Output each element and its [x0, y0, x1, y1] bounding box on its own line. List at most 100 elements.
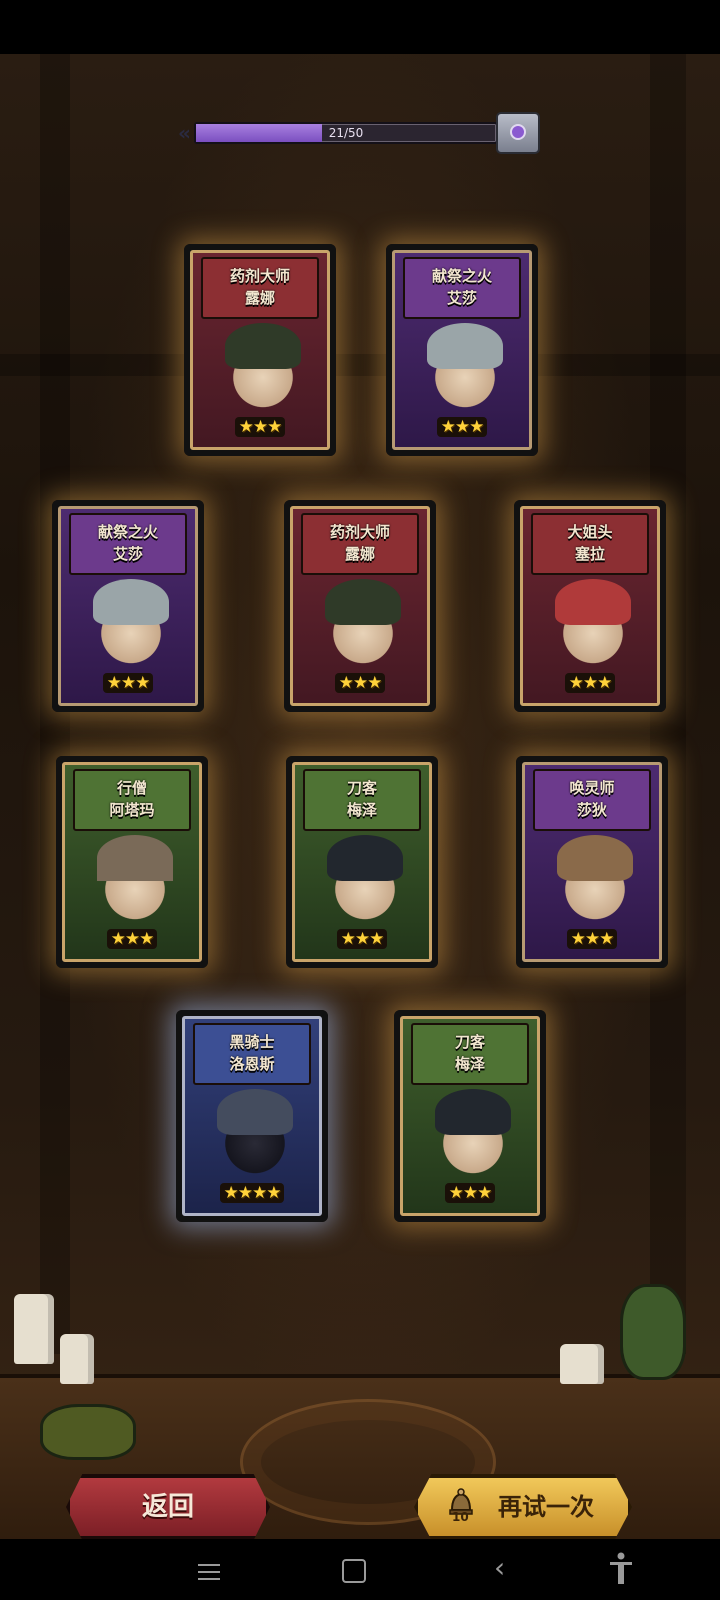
stars-text: ★★★★: [219, 1183, 285, 1203]
card-name-banner: 献祭之火 艾莎: [403, 257, 521, 319]
star-rating: ★★★: [65, 929, 199, 949]
hero-card[interactable]: 药剂大师 露娜 ★★★: [184, 244, 336, 456]
reward-chest-icon[interactable]: [496, 112, 540, 154]
pity-progress-bar: « 21/50: [178, 112, 540, 154]
card-name-banner: 黑骑士 洛恩斯: [193, 1023, 311, 1085]
hero-name: 艾莎: [446, 289, 477, 307]
hero-name: 梅泽: [454, 1055, 485, 1073]
hero-name: 洛恩斯: [229, 1055, 275, 1073]
retry-button[interactable]: 10 再试一次: [414, 1474, 632, 1540]
hero-title: 刀客: [454, 1033, 485, 1051]
star-rating: ★★★: [525, 929, 659, 949]
hero-card[interactable]: 刀客 梅泽 ★★★: [286, 756, 438, 968]
hero-hair: [93, 579, 169, 625]
card-name-banner: 刀客 梅泽: [411, 1023, 529, 1085]
hero-portrait: [219, 323, 307, 417]
star-rating: ★★★: [193, 417, 327, 437]
hero-hat: [97, 835, 173, 881]
menu-icon[interactable]: [198, 1559, 220, 1585]
stars-text: ★★★: [566, 929, 618, 949]
card-inner: 献祭之火 艾莎 ★★★: [58, 506, 198, 706]
hero-card[interactable]: 大姐头 塞拉 ★★★: [514, 500, 666, 712]
accessibility-icon[interactable]: [608, 1551, 634, 1585]
stars-text: ★★★: [444, 1183, 496, 1203]
card-name-banner: 刀客 梅泽: [303, 769, 421, 831]
hero-name: 露娜: [344, 545, 375, 563]
card-inner: 唤灵师 莎狄 ★★★: [522, 762, 662, 962]
card-inner: 行僧 阿塔玛 ★★★: [62, 762, 202, 962]
star-rating: ★★★: [295, 929, 429, 949]
hero-card[interactable]: 药剂大师 露娜 ★★★: [284, 500, 436, 712]
stars-text: ★★★: [106, 929, 158, 949]
card-name-banner: 唤灵师 莎狄: [533, 769, 651, 831]
candle-decoration: [60, 1334, 94, 1384]
bottle-decoration: [40, 1404, 136, 1460]
hero-name: 莎狄: [576, 801, 607, 819]
card-name-banner: 药剂大师 露娜: [201, 257, 319, 319]
hero-portrait: [319, 579, 407, 673]
hero-hair: [435, 1089, 511, 1135]
hero-title: 献祭之火: [431, 267, 492, 285]
hero-hair: [557, 835, 633, 881]
hero-card[interactable]: 刀客 梅泽 ★★★: [394, 1010, 546, 1222]
back-icon[interactable]: ‹: [494, 1553, 505, 1583]
retry-label: 再试一次: [498, 1493, 594, 1521]
star-rating: ★★★★: [185, 1183, 319, 1203]
star-rating: ★★★: [403, 1183, 537, 1203]
hero-title: 行僧: [116, 779, 147, 797]
hero-portrait: [421, 323, 509, 417]
hero-name: 阿塔玛: [109, 801, 155, 819]
hero-name: 露娜: [244, 289, 275, 307]
hero-hair: [325, 579, 401, 625]
card-name-banner: 大姐头 塞拉: [531, 513, 649, 575]
hero-card[interactable]: 行僧 阿塔玛 ★★★: [56, 756, 208, 968]
hero-name: 梅泽: [346, 801, 377, 819]
system-nav-bar: ‹: [0, 1539, 720, 1600]
hero-hair: [427, 323, 503, 369]
hero-hair: [327, 835, 403, 881]
stars-text: ★★★: [336, 929, 388, 949]
back-button[interactable]: 返回: [66, 1474, 270, 1540]
card-name-banner: 药剂大师 露娜: [301, 513, 419, 575]
hero-title: 唤灵师: [569, 779, 615, 797]
card-inner: 黑骑士 洛恩斯 ★★★★: [182, 1016, 322, 1216]
candle-decoration: [560, 1344, 604, 1384]
hero-helmet: [217, 1089, 293, 1135]
home-icon[interactable]: [342, 1559, 366, 1583]
background-beam: [0, 354, 720, 376]
card-inner: 药剂大师 露娜 ★★★: [290, 506, 430, 706]
hero-title: 药剂大师: [329, 523, 390, 541]
hero-portrait: [321, 835, 409, 929]
stars-text: ★★★: [564, 673, 616, 693]
progress-track: 21/50: [194, 122, 498, 144]
card-name-banner: 行僧 阿塔玛: [73, 769, 191, 831]
star-rating: ★★★: [395, 417, 529, 437]
hero-portrait: [549, 579, 637, 673]
hero-card[interactable]: 献祭之火 艾莎 ★★★: [52, 500, 204, 712]
progress-label: 21/50: [328, 126, 364, 140]
bottle-decoration: [620, 1284, 686, 1380]
hero-hair: [555, 579, 631, 625]
hero-hair: [225, 323, 301, 369]
hero-title: 药剂大师: [229, 267, 290, 285]
hero-portrait: [87, 579, 175, 673]
card-inner: 献祭之火 艾莎 ★★★: [392, 250, 532, 450]
card-inner: 大姐头 塞拉 ★★★: [520, 506, 660, 706]
hero-card[interactable]: 献祭之火 艾莎 ★★★: [386, 244, 538, 456]
stars-text: ★★★: [234, 417, 286, 437]
retry-cost: 10: [452, 1510, 469, 1524]
card-inner: 刀客 梅泽 ★★★: [292, 762, 432, 962]
hero-card[interactable]: 唤灵师 莎狄 ★★★: [516, 756, 668, 968]
hero-card[interactable]: 黑骑士 洛恩斯 ★★★★: [176, 1010, 328, 1222]
candle-decoration: [14, 1294, 54, 1364]
stars-text: ★★★: [102, 673, 154, 693]
hero-portrait: [91, 835, 179, 929]
hero-portrait: [211, 1089, 299, 1183]
double-chevron-left-icon: «: [178, 121, 191, 145]
hero-title: 黑骑士: [229, 1033, 275, 1051]
hero-title: 大姐头: [567, 523, 613, 541]
star-rating: ★★★: [523, 673, 657, 693]
hero-portrait: [551, 835, 639, 929]
star-rating: ★★★: [61, 673, 195, 693]
stars-text: ★★★: [334, 673, 386, 693]
